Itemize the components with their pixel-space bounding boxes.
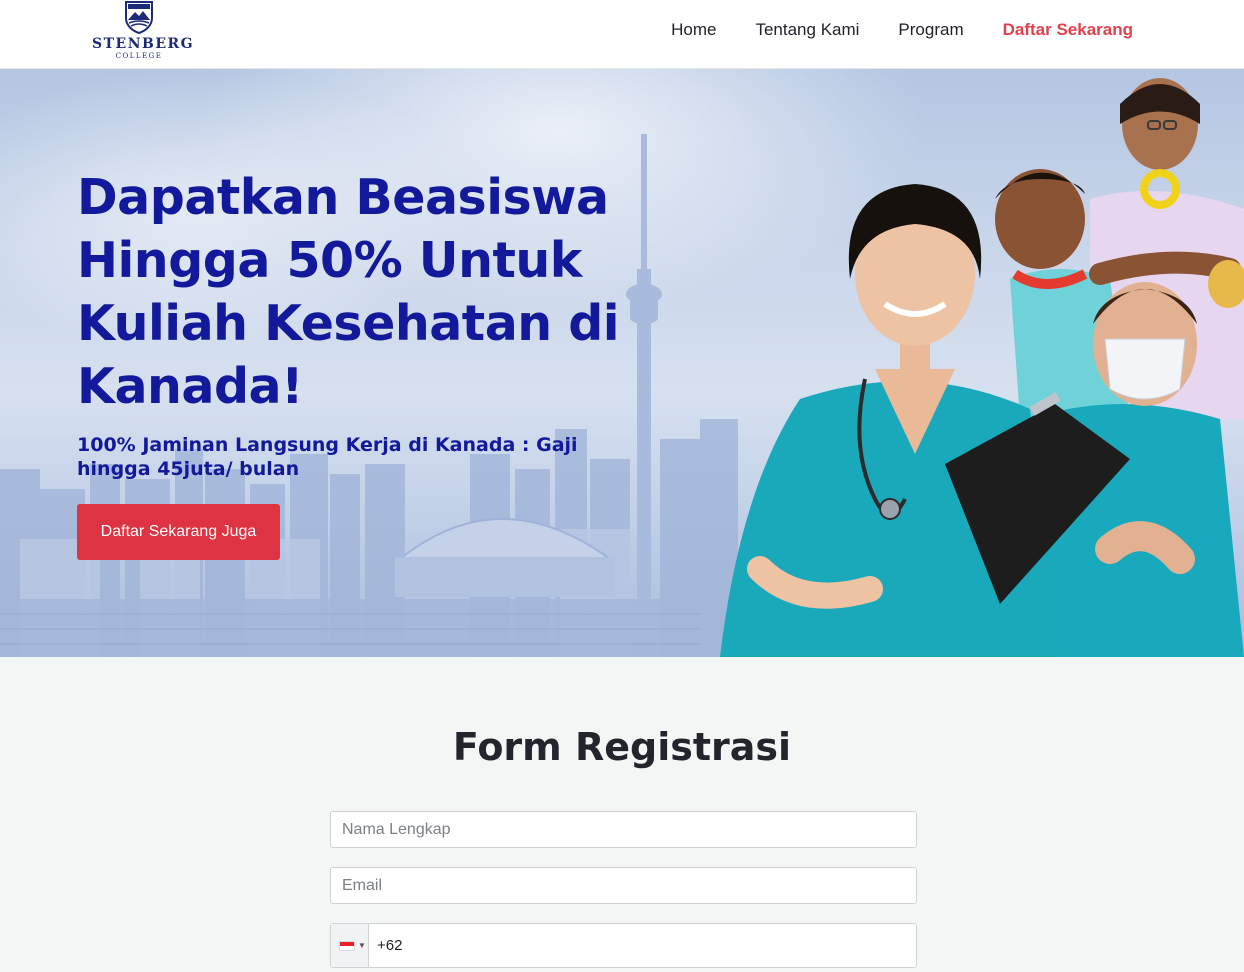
logo-name: STENBERG [92, 36, 195, 52]
full-name-input[interactable] [330, 811, 917, 848]
hero-subtitle: 100% Jaminan Langsung Kerja di Kanada : … [77, 433, 597, 481]
daftar-sekarang-juga-button[interactable]: Daftar Sekarang Juga [77, 504, 280, 560]
hero-title: Dapatkan Beasiswa Hingga 50% Untuk Kulia… [77, 166, 657, 418]
hero-title-line: Kuliah Kesehatan di [77, 295, 620, 352]
hero-subtitle-line: 100% Jaminan Langsung Kerja di Kanada : … [77, 434, 578, 456]
crest-icon [125, 1, 153, 34]
hero-banner: Dapatkan Beasiswa Hingga 50% Untuk Kulia… [0, 69, 1244, 657]
hero-title-line: Dapatkan Beasiswa [77, 169, 609, 226]
stenberg-logo[interactable]: STENBERG COLLEGE [92, 0, 195, 64]
phone-field: ▼ [330, 923, 917, 968]
hero-title-line: Hingga 50% Untuk [77, 232, 582, 289]
nav-program[interactable]: Program [898, 20, 963, 40]
form-title: Form Registrasi [452, 725, 792, 769]
hero-title-line: Kanada! [77, 358, 303, 415]
chevron-down-icon: ▼ [358, 941, 366, 950]
email-input[interactable] [330, 867, 917, 904]
nav-home[interactable]: Home [671, 20, 716, 40]
nav-tentang-kami[interactable]: Tentang Kami [755, 20, 859, 40]
logo-subtitle: COLLEGE [115, 52, 163, 60]
main-nav: Home Tentang Kami Program Daftar Sekaran… [671, 20, 1133, 40]
hero-subtitle-line: hingga 45juta/ bulan [77, 458, 300, 480]
site-header: STENBERG COLLEGE Home Tentang Kami Progr… [0, 0, 1244, 69]
nav-daftar-sekarang[interactable]: Daftar Sekarang [1003, 20, 1133, 40]
indonesia-flag-icon [339, 941, 355, 951]
country-code-selector[interactable]: ▼ [331, 924, 369, 967]
healthcare-workers-image [720, 78, 1244, 657]
phone-input[interactable] [369, 924, 915, 967]
